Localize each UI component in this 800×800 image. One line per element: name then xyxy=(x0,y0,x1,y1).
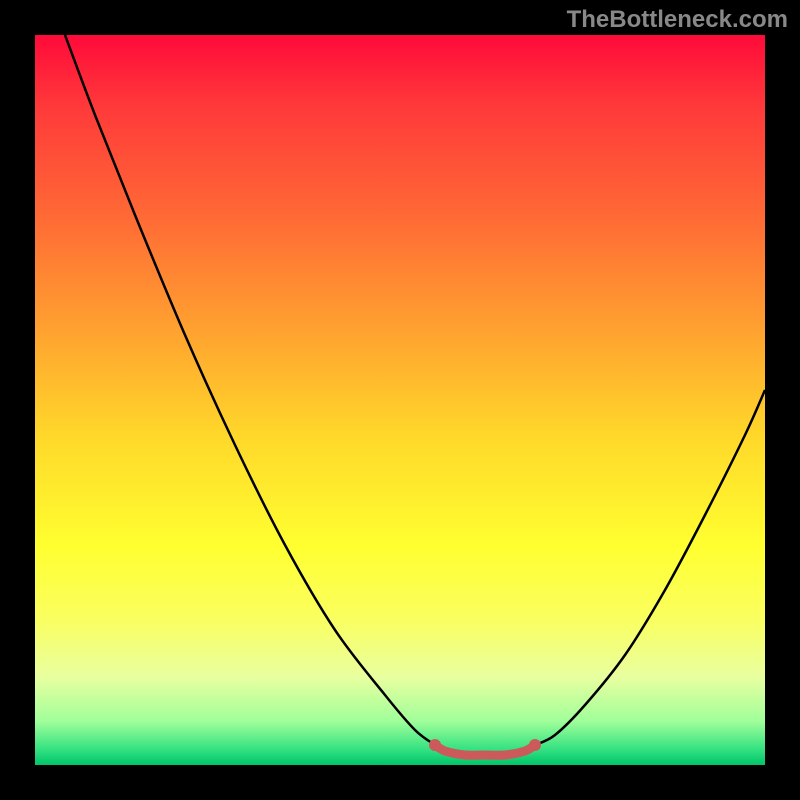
right-curve-line xyxy=(535,390,765,745)
chart-plot-area xyxy=(35,35,765,765)
marker-left xyxy=(429,739,441,751)
bottom-segment-line xyxy=(435,745,535,755)
watermark-text: TheBottleneck.com xyxy=(567,6,788,34)
chart-svg xyxy=(35,35,765,765)
left-curve-line xyxy=(65,35,435,745)
marker-right xyxy=(529,739,541,751)
